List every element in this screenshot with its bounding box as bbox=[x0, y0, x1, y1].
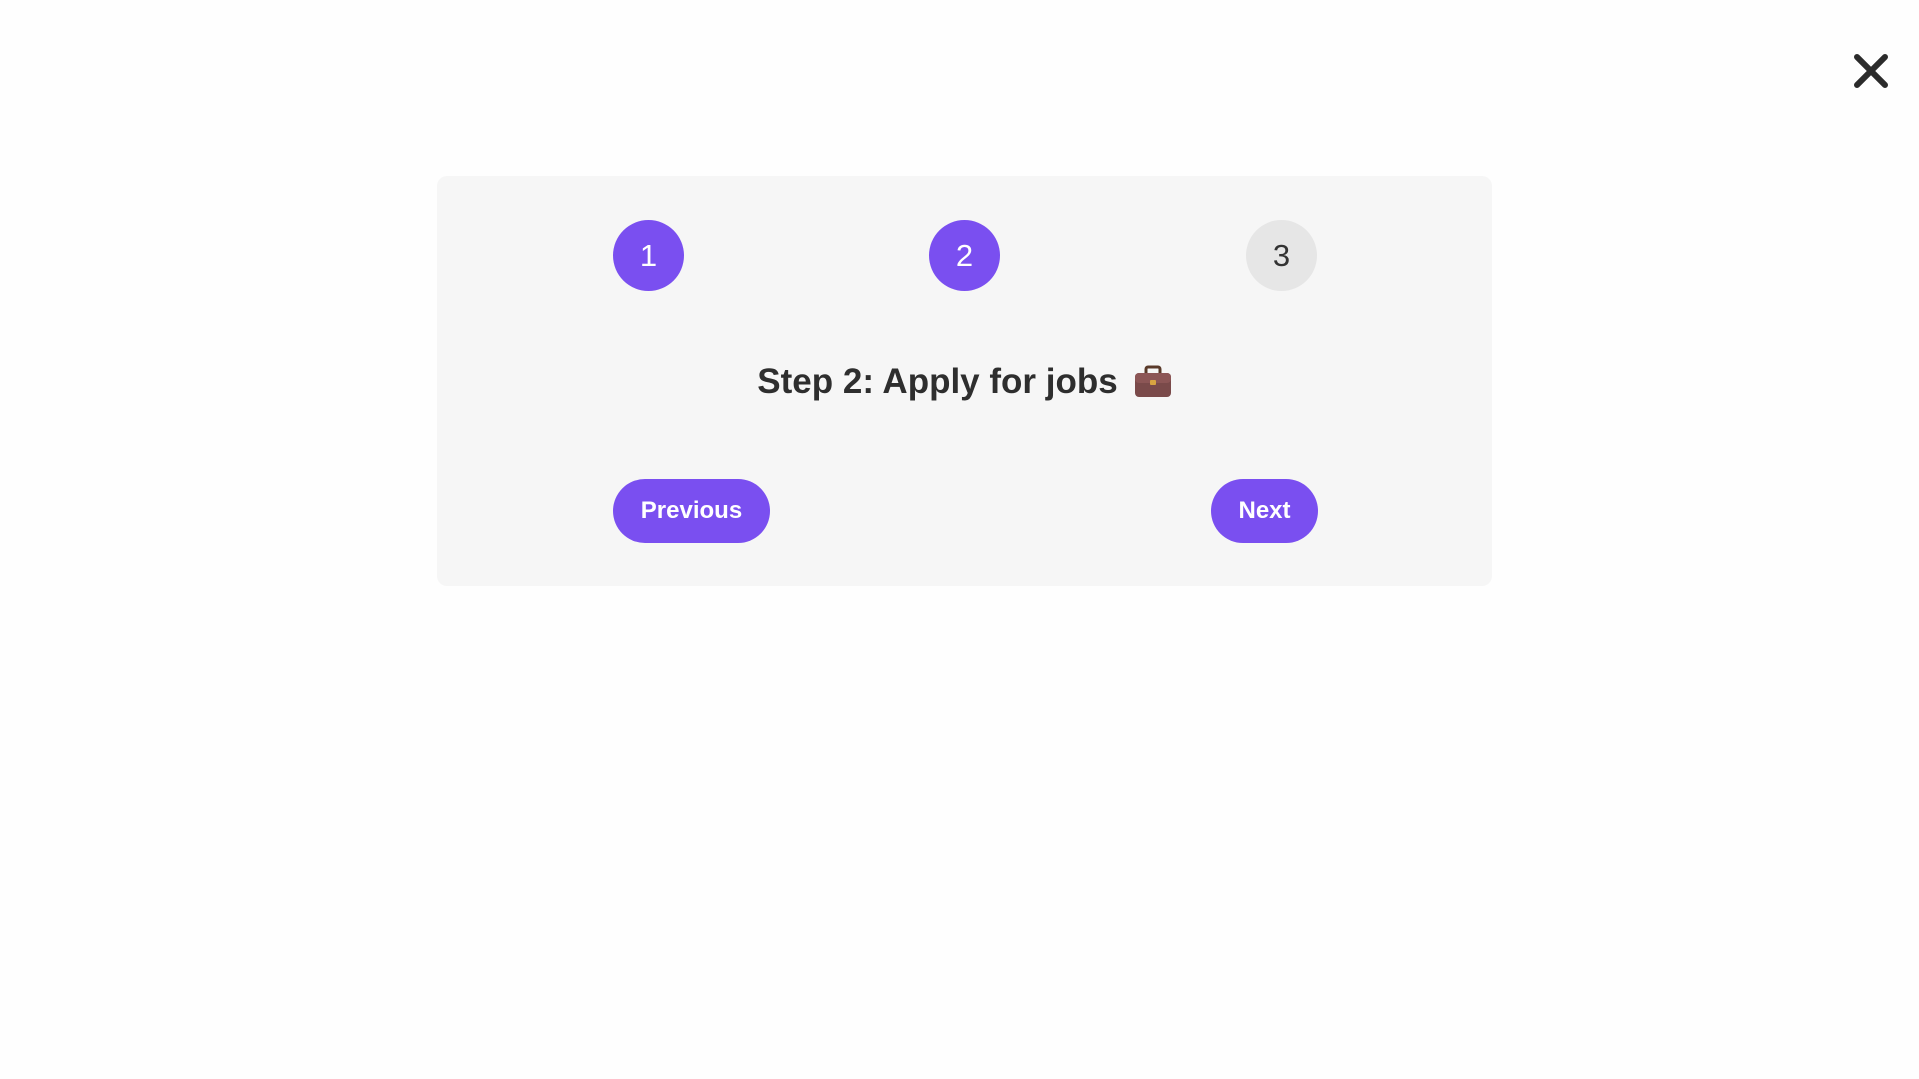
step-number: 1 bbox=[639, 237, 658, 273]
step-indicator-1[interactable]: 1 bbox=[613, 220, 684, 291]
wizard-card: 1 2 3 Step 2: Apply for jobs Previous Ne… bbox=[437, 176, 1492, 586]
next-button[interactable]: Next bbox=[1211, 479, 1318, 543]
step-title: Step 2: Apply for jobs bbox=[437, 362, 1492, 402]
close-icon bbox=[1853, 53, 1889, 89]
step-indicator-2[interactable]: 2 bbox=[929, 220, 1000, 291]
step-number: 2 bbox=[955, 237, 974, 273]
previous-button[interactable]: Previous bbox=[613, 479, 770, 543]
close-button[interactable] bbox=[1848, 48, 1894, 94]
step-title-text: Step 2: Apply for jobs bbox=[757, 362, 1118, 401]
step-number: 3 bbox=[1272, 237, 1291, 273]
step-indicator-3[interactable]: 3 bbox=[1246, 220, 1317, 291]
briefcase-icon bbox=[1134, 365, 1172, 399]
